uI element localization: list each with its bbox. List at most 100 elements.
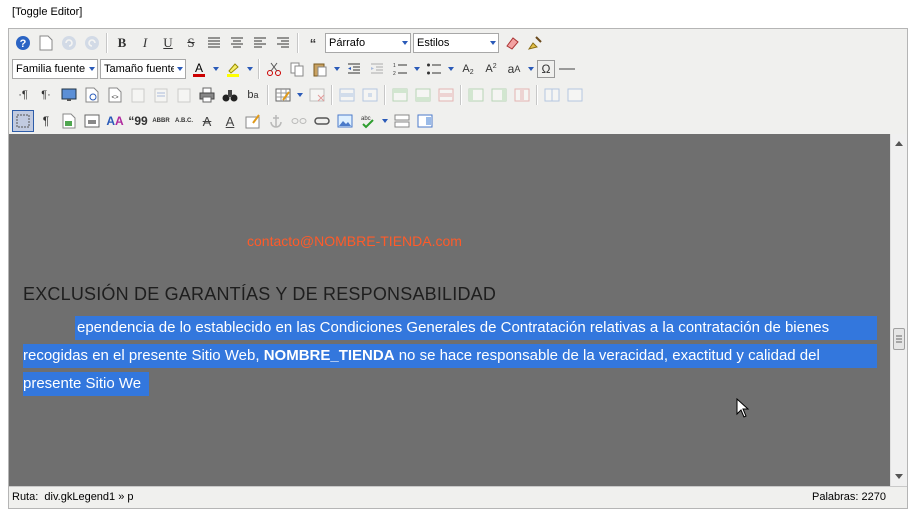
table-row-props-icon[interactable] xyxy=(336,84,358,106)
scrollbar-thumb[interactable] xyxy=(893,328,905,350)
col-before-icon[interactable] xyxy=(465,84,487,106)
subscript-icon[interactable]: A2 xyxy=(457,58,479,80)
strikethrough-icon[interactable]: S xyxy=(180,32,202,54)
chevron-down-icon[interactable] xyxy=(412,58,421,80)
highlight-color-icon[interactable] xyxy=(222,58,244,80)
insert-image-icon[interactable] xyxy=(334,110,356,132)
paste-word-icon[interactable] xyxy=(150,84,172,106)
html-source-icon[interactable]: <> xyxy=(104,84,126,106)
special-character-icon[interactable]: Ω xyxy=(537,60,555,78)
rtl-paragraph-icon[interactable]: ¶· xyxy=(35,84,57,106)
horizontal-rule-icon[interactable] xyxy=(556,58,578,80)
search-binoculars-icon[interactable] xyxy=(219,84,241,106)
abbr-icon[interactable]: ABBR xyxy=(150,110,172,132)
scroll-up-arrow-icon[interactable] xyxy=(895,141,903,146)
mouse-cursor-icon xyxy=(736,398,750,418)
bold-icon[interactable]: B xyxy=(111,32,133,54)
copy-icon[interactable] xyxy=(286,58,308,80)
text-case-icon[interactable]: aA xyxy=(503,58,525,80)
attributes-icon[interactable] xyxy=(242,110,264,132)
del-text-icon[interactable]: A xyxy=(196,110,218,132)
separator xyxy=(384,85,386,105)
blockquote-icon[interactable]: “ xyxy=(302,32,324,54)
ins-text-icon[interactable]: A xyxy=(219,110,241,132)
chevron-down-icon[interactable] xyxy=(332,58,341,80)
chevron-down-icon[interactable] xyxy=(446,58,455,80)
cleanup-brush-icon[interactable] xyxy=(524,32,546,54)
section-heading: EXCLUSIÓN DE GARANTÍAS Y DE RESPONSABILI… xyxy=(23,284,497,304)
delete-row-icon[interactable] xyxy=(435,84,457,106)
chevron-down-icon xyxy=(399,34,410,52)
merge-cells-icon[interactable] xyxy=(564,84,586,106)
select-all-icon[interactable] xyxy=(173,84,195,106)
format-select[interactable]: Párrafo xyxy=(325,33,411,53)
delete-table-icon[interactable] xyxy=(306,84,328,106)
link-icon[interactable] xyxy=(311,110,333,132)
ltr-paragraph-icon[interactable]: ·¶ xyxy=(12,84,34,106)
split-cells-icon[interactable] xyxy=(541,84,563,106)
undo-icon[interactable] xyxy=(58,32,80,54)
font-size-select[interactable]: Tamaño fuente xyxy=(100,59,186,79)
visual-aid-icon[interactable] xyxy=(12,110,34,132)
paragraph-line-1: ependencia de lo establecido en las Cond… xyxy=(77,319,830,336)
layout-icon[interactable] xyxy=(414,110,436,132)
row-before-icon[interactable] xyxy=(389,84,411,106)
justify-full-icon[interactable] xyxy=(203,32,225,54)
indent-icon[interactable] xyxy=(366,58,388,80)
page-break-icon[interactable] xyxy=(391,110,413,132)
separator xyxy=(106,33,108,53)
fullscreen-icon[interactable] xyxy=(58,84,80,106)
preview-icon[interactable] xyxy=(81,84,103,106)
path-link[interactable]: div.gkLegend1 » p xyxy=(44,491,133,503)
anchor-icon[interactable] xyxy=(265,110,287,132)
chevron-down-icon[interactable] xyxy=(526,58,535,80)
unlink-icon[interactable] xyxy=(288,110,310,132)
insert-table-icon[interactable] xyxy=(272,84,294,106)
insert-template-icon[interactable] xyxy=(58,110,80,132)
insert-layer-icon[interactable] xyxy=(81,110,103,132)
italic-icon[interactable]: I xyxy=(134,32,156,54)
align-right-icon[interactable] xyxy=(272,32,294,54)
print-icon[interactable] xyxy=(196,84,218,106)
acronym-icon[interactable]: A.B.C. xyxy=(173,110,195,132)
underline-icon[interactable]: U xyxy=(157,32,179,54)
scroll-down-arrow-icon[interactable] xyxy=(895,474,903,479)
svg-text:2: 2 xyxy=(393,71,396,76)
chevron-down-icon[interactable] xyxy=(295,84,304,106)
chevron-down-icon xyxy=(487,34,498,52)
text-color-icon[interactable]: A xyxy=(188,58,210,80)
superscript-icon[interactable]: A2 xyxy=(480,58,502,80)
new-document-icon[interactable] xyxy=(35,32,57,54)
row-after-icon[interactable] xyxy=(412,84,434,106)
eraser-icon[interactable] xyxy=(501,32,523,54)
replace-icon[interactable]: ba xyxy=(242,84,264,106)
svg-text:A: A xyxy=(195,61,203,75)
vertical-scrollbar[interactable] xyxy=(890,134,907,486)
styleprops-icon[interactable]: AA xyxy=(104,110,126,132)
svg-text:?: ? xyxy=(20,38,27,50)
show-invisibles-icon[interactable]: ¶ xyxy=(35,110,57,132)
align-center-icon[interactable] xyxy=(226,32,248,54)
chevron-down-icon[interactable] xyxy=(211,58,220,80)
separator xyxy=(536,85,538,105)
col-after-icon[interactable] xyxy=(488,84,510,106)
help-icon[interactable]: ? xyxy=(12,32,34,54)
editor-content-area[interactable]: contacto@NOMBRE-TIENDA.com EXCLUSIÓN DE … xyxy=(9,134,890,486)
numbered-list-icon[interactable]: 12 xyxy=(389,58,411,80)
redo-icon[interactable] xyxy=(81,32,103,54)
cite-icon[interactable]: “99 xyxy=(127,110,149,132)
font-family-select[interactable]: Familia fuente xyxy=(12,59,98,79)
bullet-list-icon[interactable] xyxy=(423,58,445,80)
toggle-editor-link[interactable]: [Toggle Editor] xyxy=(12,6,82,18)
cut-icon[interactable] xyxy=(263,58,285,80)
paste-text-icon[interactable] xyxy=(127,84,149,106)
delete-col-icon[interactable] xyxy=(511,84,533,106)
table-cell-props-icon[interactable] xyxy=(359,84,381,106)
chevron-down-icon[interactable] xyxy=(245,58,254,80)
outdent-icon[interactable] xyxy=(343,58,365,80)
styles-select[interactable]: Estilos xyxy=(413,33,499,53)
spellcheck-icon[interactable]: abc xyxy=(357,110,379,132)
align-left-icon[interactable] xyxy=(249,32,271,54)
paste-icon[interactable] xyxy=(309,58,331,80)
chevron-down-icon[interactable] xyxy=(380,110,389,132)
